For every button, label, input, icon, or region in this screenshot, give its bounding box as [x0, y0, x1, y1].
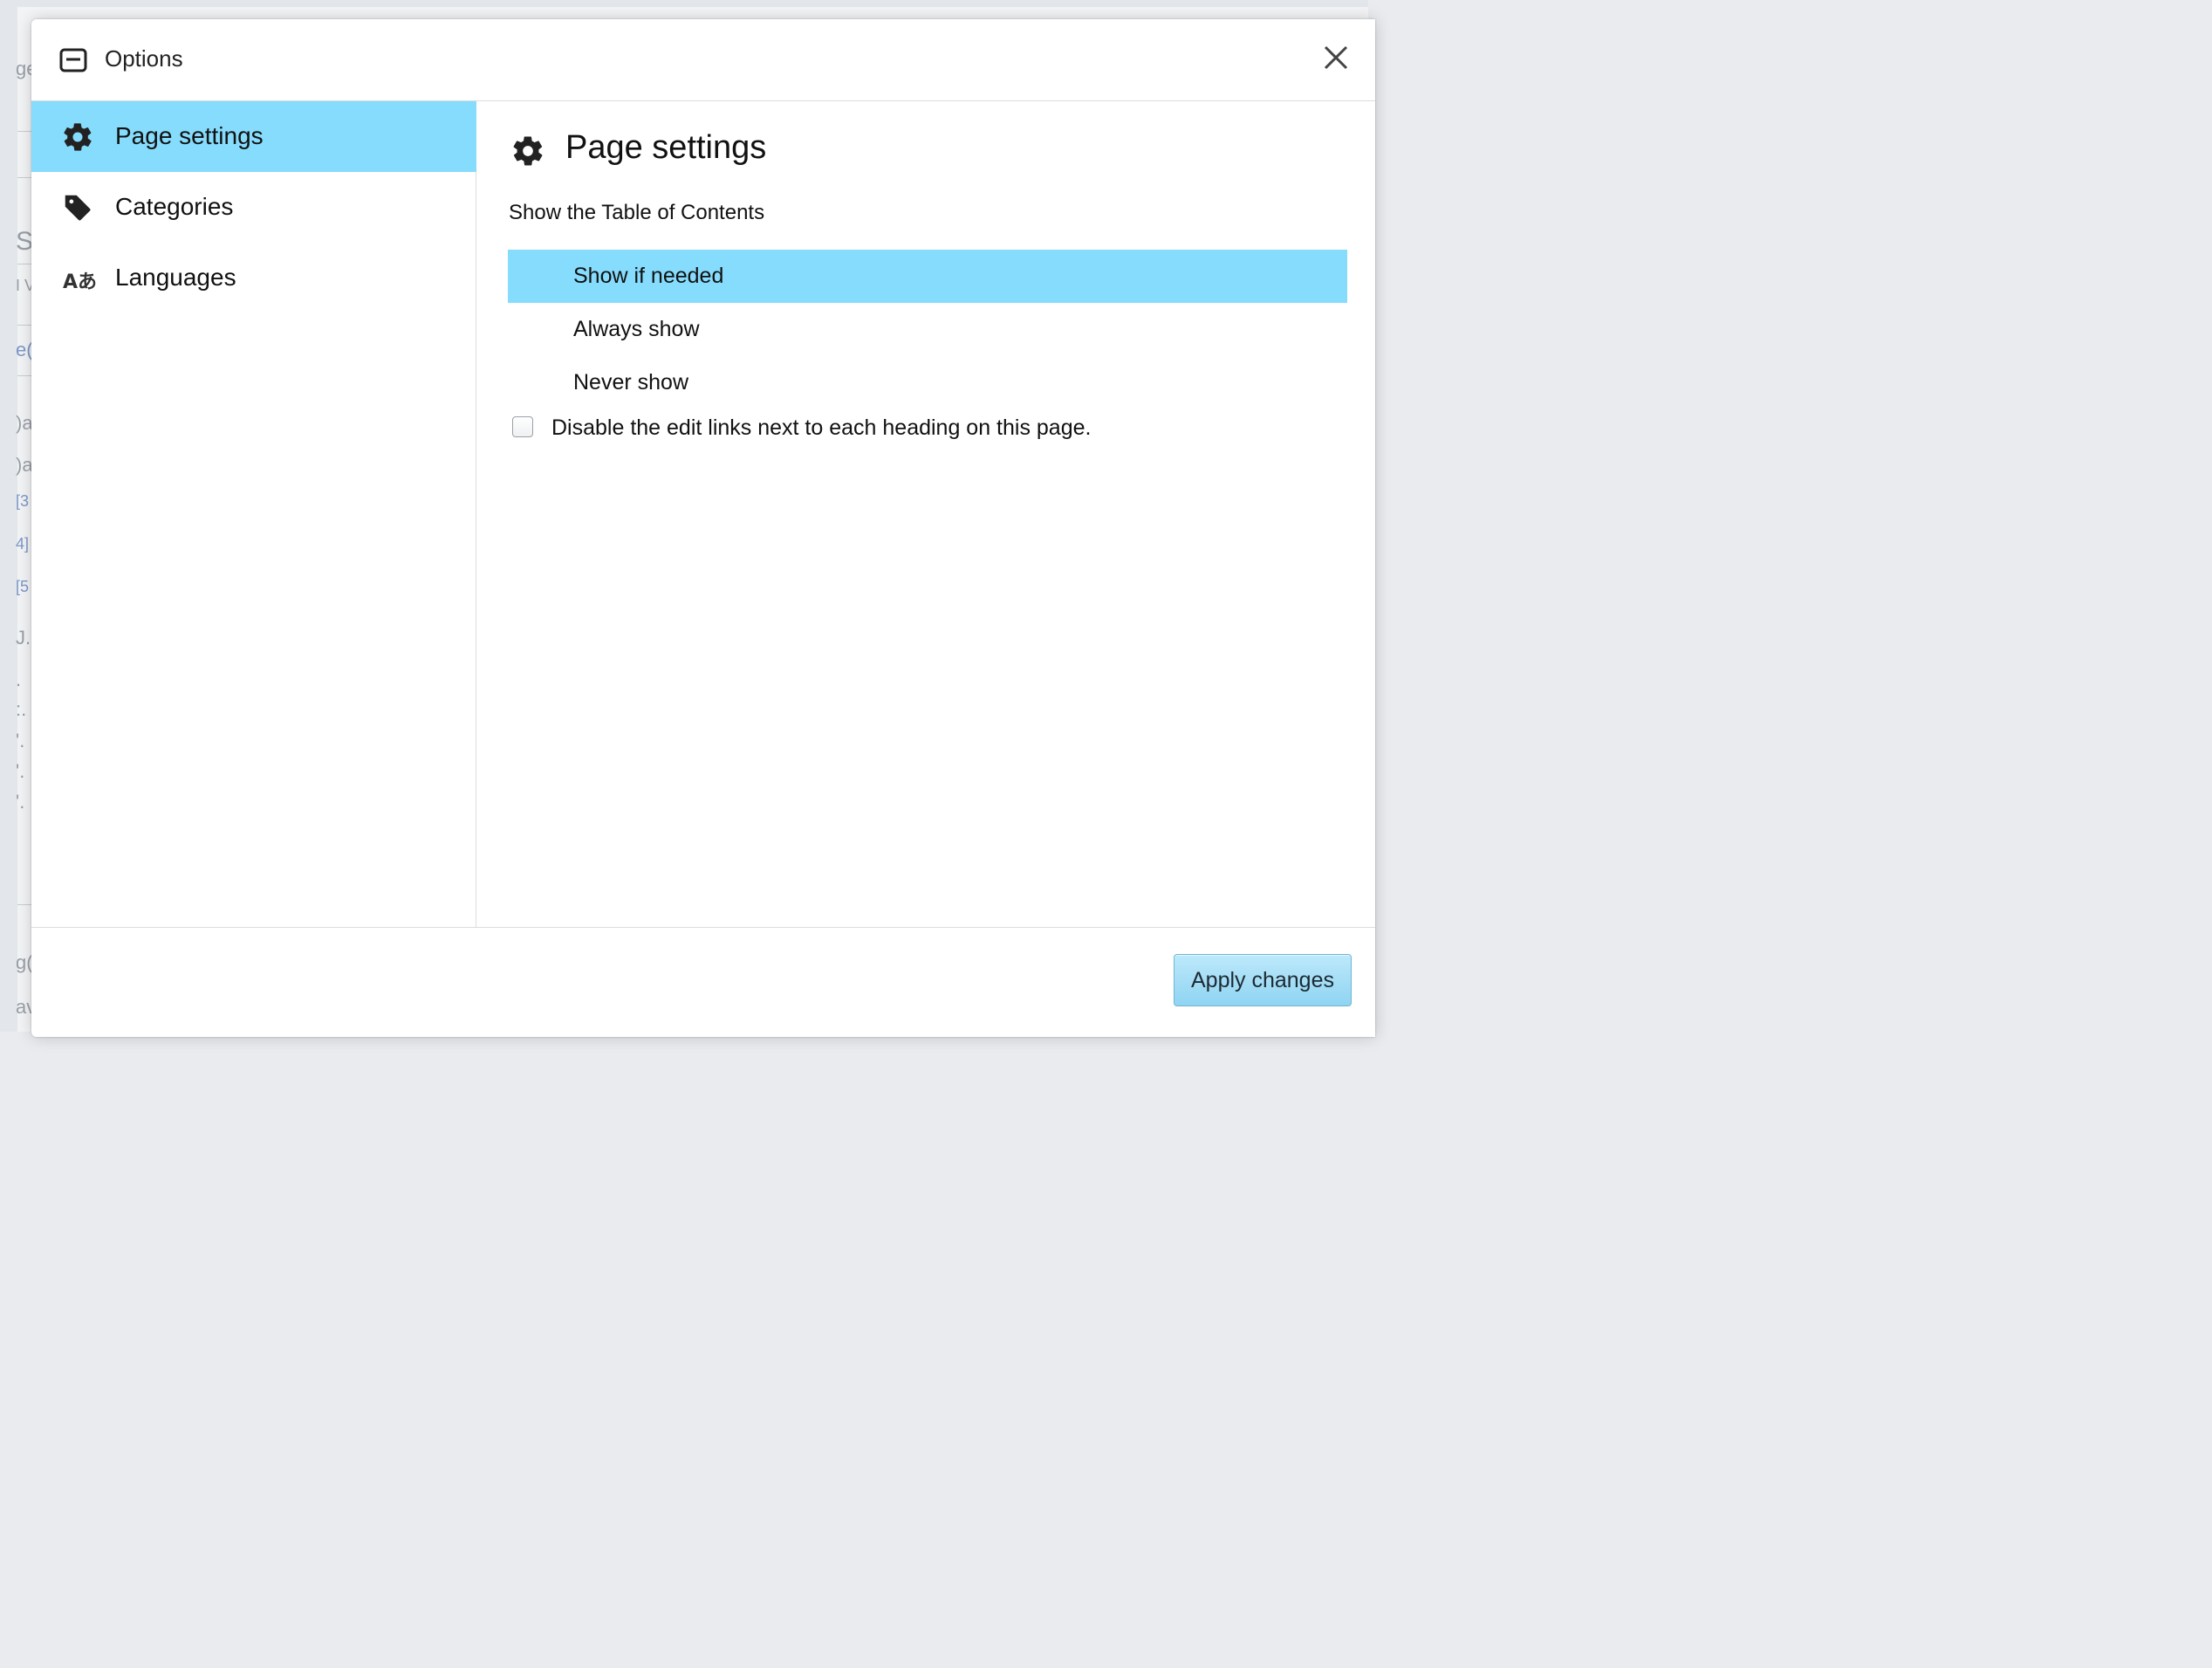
background-divider [17, 177, 31, 178]
toc-option-label: Always show [573, 317, 700, 341]
background-text: g( [16, 951, 33, 973]
sidebar-item-page-settings[interactable]: Page settings [31, 101, 476, 172]
toc-field-label: Show the Table of Contents [509, 201, 765, 224]
background-link: [3 [16, 492, 30, 510]
background-text: . [16, 669, 22, 690]
page-settings-panel: Page settings Show the Table of Contents… [477, 101, 1375, 927]
background-divider [17, 325, 31, 326]
apply-changes-button[interactable]: Apply changes [1174, 954, 1352, 1006]
background-text: :. [16, 698, 27, 720]
background-divider [17, 904, 31, 905]
sidebar-item-label: Languages [115, 264, 236, 291]
disable-edit-links-row: Disable the edit links next to each head… [512, 414, 1298, 442]
background-text: '. [16, 760, 25, 782]
sidebar-item-languages[interactable]: Aあ Languages [31, 243, 476, 313]
toc-option-show-if-needed[interactable]: Show if needed [508, 250, 1347, 303]
gear-icon [513, 136, 543, 166]
background-link: [5 [16, 578, 30, 595]
background-divider [17, 375, 31, 376]
panel-title: Page settings [565, 129, 767, 166]
toc-option-label: Never show [573, 370, 688, 395]
close-icon[interactable] [1321, 43, 1351, 72]
background-text: )a [16, 454, 33, 476]
dialog-footer: Apply changes [31, 927, 1375, 1037]
sidebar-item-label: Page settings [115, 122, 264, 149]
sidebar-item-categories[interactable]: Categories [31, 172, 476, 243]
options-sidebar: Page settings Categories Aあ Languages [31, 101, 476, 927]
background-text: )a [16, 412, 33, 434]
background-divider [17, 131, 31, 132]
background-link: 4] [16, 535, 30, 553]
toc-option-always-show[interactable]: Always show [508, 303, 1347, 356]
dialog-title: Options [105, 45, 183, 72]
background-text: '. [16, 730, 25, 752]
toc-option-label: Show if needed [573, 264, 724, 288]
dialog-header: Options [31, 19, 1375, 101]
background-text: '. [16, 791, 25, 813]
language-icon: Aあ [63, 271, 98, 293]
background-text: J. [16, 627, 31, 649]
toc-option-never-show[interactable]: Never show [508, 356, 1347, 409]
disable-edit-links-checkbox[interactable] [512, 416, 533, 437]
tag-icon [65, 195, 91, 221]
options-dialog: Options Page settings Categories Aあ Lang… [31, 19, 1375, 1037]
sidebar-item-label: Categories [115, 193, 234, 220]
disable-edit-links-label[interactable]: Disable the edit links next to each head… [551, 415, 1091, 441]
window-icon [59, 48, 87, 72]
background-link: e( [16, 339, 33, 360]
gear-icon [64, 123, 92, 151]
